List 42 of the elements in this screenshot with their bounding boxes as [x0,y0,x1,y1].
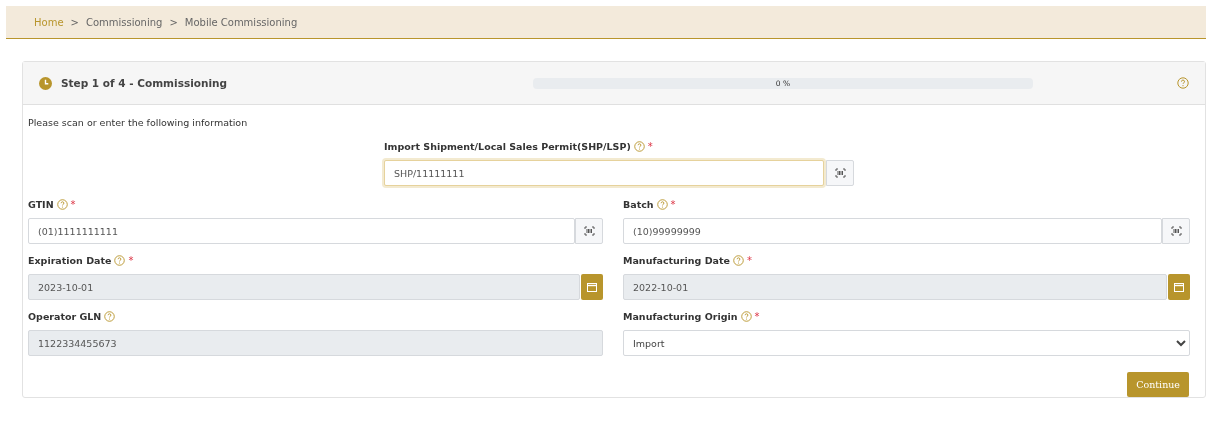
scan-button[interactable] [1162,218,1190,244]
required-asterisk: * [647,140,653,152]
barcode-scan-icon [583,226,595,236]
breadcrumb-item: > [70,16,79,28]
help-icon [56,198,68,210]
calendar-button[interactable] [581,274,603,300]
clock-icon [39,76,52,90]
breadcrumb-item: Mobile Commissioning [184,16,298,28]
field-label: Expiration Date [28,254,112,266]
barcode-scan-icon [1170,226,1182,236]
field-label: Manufacturing Date [623,254,730,266]
calendar-icon [1174,282,1184,292]
help-icon [1177,77,1189,89]
help-icon [656,198,668,210]
select-field[interactable]: Import [623,330,1190,356]
field-label: GTIN [28,198,54,210]
field-label: Import Shipment/Local Sales Permit(SHP/LSP) [384,140,631,152]
required-asterisk: * [128,254,134,266]
required-asterisk: * [754,310,760,322]
field-label: Batch [623,198,654,210]
scan-button[interactable] [575,218,603,244]
help-icon [104,310,116,322]
breadcrumb-item: > [169,16,178,28]
calendar-icon [587,282,597,292]
required-asterisk: * [70,198,76,210]
field-label: Manufacturing Origin [623,310,738,322]
required-asterisk: * [746,254,752,266]
calendar-button[interactable] [1168,274,1190,300]
breadcrumb-item: Commissioning [85,16,163,28]
help-icon [114,254,126,266]
input-field[interactable]: (10)99999999 [623,218,1162,244]
required-asterisk: * [670,198,676,210]
step-title: Step 1 of 4 - Commissioning [61,77,229,89]
help-icon [732,254,744,266]
field-label: Operator GLN [28,310,102,322]
scan-button[interactable] [826,160,854,186]
instruction-text: Please scan or enter the following information [28,117,249,128]
help-icon [633,140,645,152]
input-field[interactable]: (01)1111111111 [28,218,575,244]
help-icon [740,310,752,322]
input-field[interactable]: SHP/11111111 [384,160,824,186]
barcode-scan-icon [834,168,846,178]
